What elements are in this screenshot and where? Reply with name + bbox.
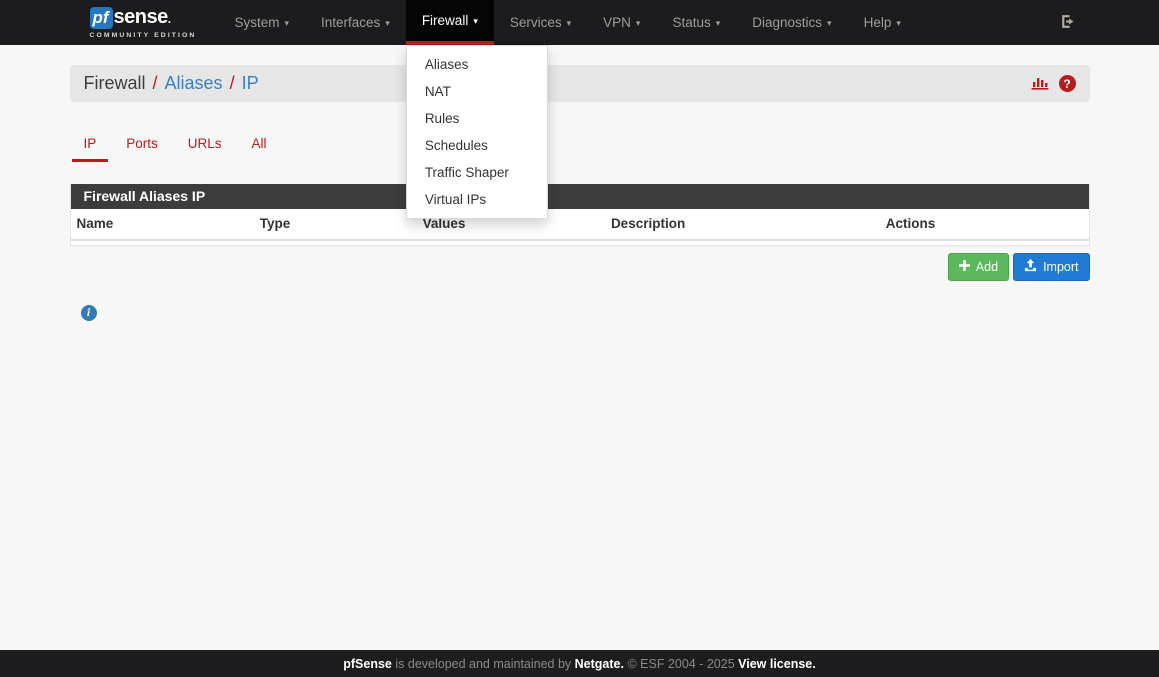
tab-ports[interactable]: Ports: [114, 129, 170, 162]
menu-item-help[interactable]: Help▾: [848, 0, 917, 45]
footer-brand: pfSense: [343, 657, 392, 671]
add-button[interactable]: Add: [948, 253, 1009, 281]
firewall-aliases-panel: Firewall Aliases IP Name Type Values Des…: [70, 184, 1090, 246]
menu-item-system[interactable]: System▾: [218, 0, 305, 45]
caret-down-icon: ▾: [567, 18, 572, 29]
caret-down-icon: ▾: [896, 18, 901, 29]
pfsense-logo-tm: .: [168, 13, 171, 25]
breadcrumb-link-aliases[interactable]: Aliases: [165, 73, 223, 94]
upload-icon: [1024, 259, 1037, 275]
menu-item-firewall[interactable]: Firewall▾ Aliases NAT Rules Schedules Tr…: [406, 0, 494, 45]
tab-urls[interactable]: URLs: [176, 129, 234, 162]
caret-down-icon: ▾: [636, 18, 641, 29]
footer-license-link[interactable]: View license.: [738, 657, 816, 671]
footer-copyright: © ESF 2004 - 2025: [624, 657, 738, 671]
plus-icon: [959, 260, 970, 274]
dropdown-item-rules[interactable]: Rules: [407, 105, 547, 132]
column-header-type: Type: [254, 209, 417, 240]
menu-item-status[interactable]: Status▾: [656, 0, 736, 45]
dropdown-item-schedules[interactable]: Schedules: [407, 132, 547, 159]
pfsense-logo-edition: COMMUNITY EDITION: [90, 32, 197, 39]
dropdown-item-nat[interactable]: NAT: [407, 78, 547, 105]
dropdown-item-traffic-shaper[interactable]: Traffic Shaper: [407, 159, 547, 186]
table-actions: Add Import: [70, 253, 1090, 281]
info-icon[interactable]: i: [81, 305, 97, 321]
pfsense-logo-name: sense: [114, 7, 168, 27]
breadcrumb-link-ip[interactable]: IP: [242, 73, 259, 94]
menu-item-vpn[interactable]: VPN▾: [587, 0, 656, 45]
top-navbar: pf sense . COMMUNITY EDITION System▾ Int…: [0, 0, 1159, 45]
status-graphs-button[interactable]: [1031, 74, 1049, 93]
caret-down-icon: ▾: [385, 18, 390, 29]
panel-title: Firewall Aliases IP: [71, 184, 1089, 209]
breadcrumb: Firewall / Aliases / IP ?: [70, 65, 1090, 102]
tab-ip[interactable]: IP: [72, 129, 109, 162]
breadcrumb-separator: /: [230, 73, 235, 94]
footer-netgate-link[interactable]: Netgate.: [575, 657, 624, 671]
pfsense-logo[interactable]: pf sense . COMMUNITY EDITION: [90, 0, 197, 45]
sign-out-icon: [1059, 13, 1076, 33]
breadcrumb-separator: /: [153, 73, 158, 94]
menu-item-diagnostics[interactable]: Diagnostics▾: [736, 0, 847, 45]
help-button[interactable]: ?: [1059, 75, 1076, 92]
bar-chart-icon: [1031, 74, 1049, 93]
footer-text: is developed and maintained by: [392, 657, 575, 671]
logout-button[interactable]: [1051, 7, 1084, 39]
column-header-actions: Actions: [880, 209, 1089, 240]
breadcrumb-section: Firewall: [84, 73, 146, 94]
alias-type-tabs: IP Ports URLs All: [70, 129, 1090, 162]
dropdown-item-aliases[interactable]: Aliases: [407, 51, 547, 78]
dropdown-item-virtual-ips[interactable]: Virtual IPs: [407, 186, 547, 213]
caret-down-icon: ▾: [284, 18, 289, 29]
table-header-row: Name Type Values Description Actions: [71, 209, 1089, 240]
tab-all[interactable]: All: [240, 129, 279, 162]
firewall-dropdown-menu: Aliases NAT Rules Schedules Traffic Shap…: [406, 45, 548, 219]
caret-down-icon: ▾: [716, 18, 721, 29]
caret-down-icon: ▾: [827, 18, 832, 29]
question-mark-icon: ?: [1059, 75, 1076, 92]
menu-item-services[interactable]: Services▾: [494, 0, 587, 45]
import-button[interactable]: Import: [1013, 253, 1089, 281]
page-footer: pfSense is developed and maintained by N…: [0, 650, 1159, 677]
pfsense-logo-pf: pf: [90, 7, 113, 29]
menu-item-interfaces[interactable]: Interfaces▾: [305, 0, 406, 45]
column-header-description: Description: [605, 209, 880, 240]
column-header-name: Name: [71, 209, 254, 240]
aliases-table: Name Type Values Description Actions: [71, 209, 1089, 245]
main-menu: System▾ Interfaces▾ Firewall▾ Aliases NA…: [218, 0, 916, 45]
caret-down-icon: ▾: [473, 16, 478, 27]
